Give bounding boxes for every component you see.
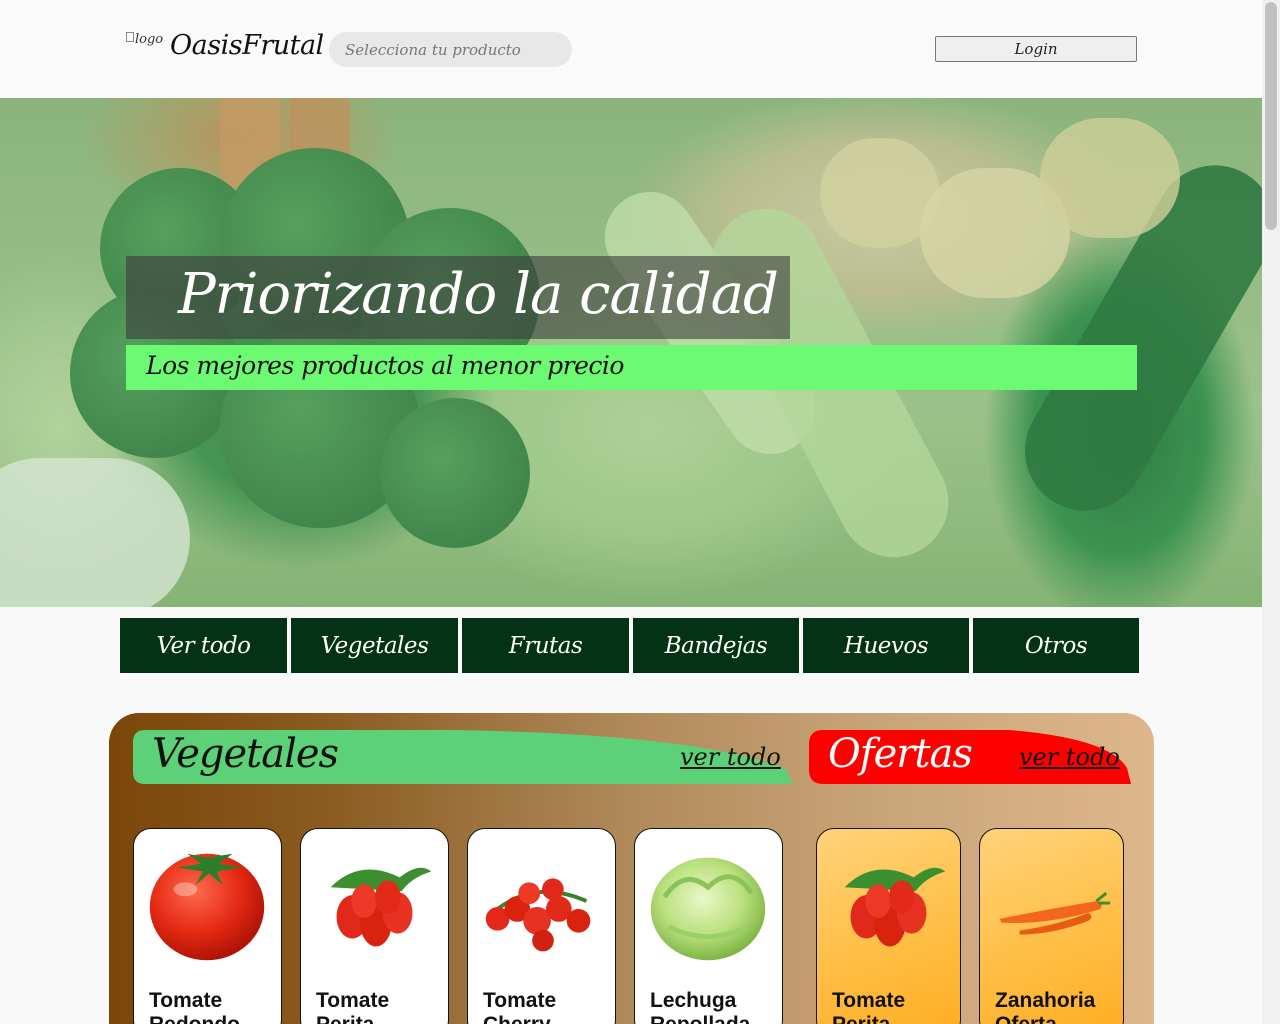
product-name: Tomate Cherry	[483, 989, 557, 1024]
product-card[interactable]: Tomate Redondo	[133, 828, 282, 1024]
category-otros[interactable]: Otros	[973, 618, 1139, 673]
logo-alt-text: logo	[135, 32, 164, 47]
product-card[interactable]: Tomate Cherry	[467, 828, 616, 1024]
category-huevos[interactable]: Huevos	[803, 618, 969, 673]
hero-title: Priorizando la calidad	[178, 262, 779, 327]
offer-name: Tomate Perita	[832, 989, 906, 1024]
scrollbar-thumb[interactable]	[1265, 2, 1277, 230]
product-card[interactable]: Lechuga Repollada	[634, 828, 783, 1024]
plum-tomato-icon	[330, 867, 432, 947]
brand-name[interactable]: OasisFrutal	[170, 30, 324, 61]
broken-image-icon	[126, 32, 134, 42]
category-vegetales[interactable]: Vegetales	[291, 618, 458, 673]
offer-name: Zanahoria Oferta	[995, 989, 1096, 1024]
category-ver-todo[interactable]: Ver todo	[120, 618, 287, 673]
ofertas-title: Ofertas	[828, 731, 973, 777]
product-name: Lechuga Repollada	[650, 989, 750, 1024]
category-frutas[interactable]: Frutas	[462, 618, 629, 673]
ofertas-ver-todo-link[interactable]: ver todo	[1019, 743, 1120, 771]
product-card[interactable]: Tomate Perita	[300, 828, 449, 1024]
category-nav: Ver todo Vegetales Frutas Bandejas Huevo…	[120, 618, 1139, 673]
category-bandejas[interactable]: Bandejas	[633, 618, 799, 673]
plum-tomato-icon	[844, 867, 946, 947]
product-name: Tomate Redondo	[149, 989, 240, 1024]
vegetales-title: Vegetales	[152, 731, 339, 777]
lettuce-icon	[650, 857, 766, 961]
logo-image[interactable]: logo	[126, 32, 170, 54]
offer-card[interactable]: Zanahoria Oferta	[979, 828, 1124, 1024]
offer-card[interactable]: Tomate Perita	[816, 828, 961, 1024]
hero-subtitle: Los mejores productos al menor precio	[146, 351, 624, 380]
search-input[interactable]	[329, 32, 572, 67]
vegetales-ver-todo-link[interactable]: ver todo	[680, 743, 781, 771]
tomato-icon	[149, 853, 265, 961]
carrot-icon	[999, 892, 1111, 935]
login-button[interactable]: Login	[935, 36, 1137, 62]
cherry-tomato-icon	[485, 878, 591, 952]
product-name: Tomate Perita	[316, 989, 390, 1024]
